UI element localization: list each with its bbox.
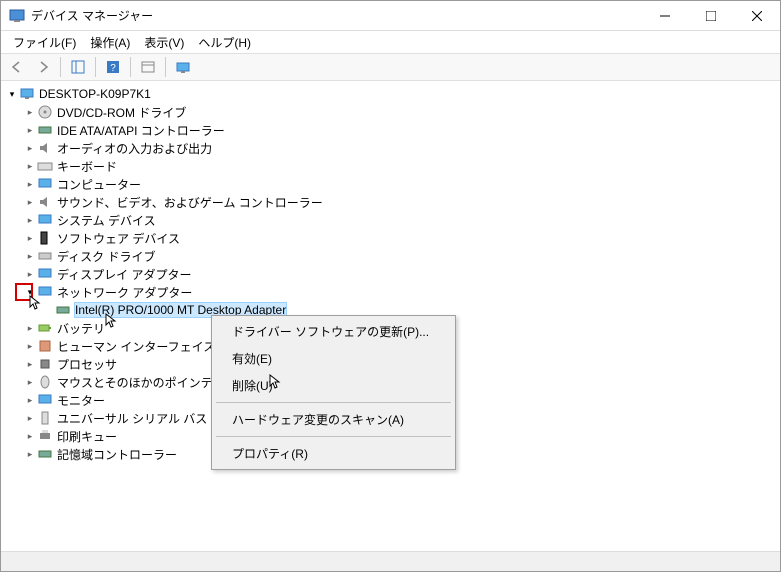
tree-root[interactable]: ▾ DESKTOP-K09P7K1 [5,85,776,103]
menu-action[interactable]: 操作(A) [84,32,136,53]
expander-icon[interactable]: ▸ [23,357,37,371]
expander-icon[interactable]: ▸ [23,429,37,443]
battery-icon [37,320,53,336]
expander-icon[interactable]: ▸ [23,213,37,227]
expander-icon[interactable]: ▾ [23,285,37,299]
device-icon [37,230,53,246]
monitor-icon [37,266,53,282]
properties-button[interactable] [136,55,160,79]
network-adapter-icon [55,302,71,318]
tree-node-software[interactable]: ▸ソフトウェア デバイス [5,229,776,247]
toolbar-separator [130,57,131,77]
computer-icon [19,86,35,102]
expander-icon[interactable]: ▸ [23,393,37,407]
expander-icon[interactable]: ▸ [23,321,37,335]
expander-icon[interactable]: ▸ [23,375,37,389]
toolbar: ? [1,53,780,81]
storage-icon [37,446,53,462]
usb-icon [37,410,53,426]
expander-icon[interactable]: ▸ [23,267,37,281]
forward-button[interactable] [31,55,55,79]
tree-node-keyboard[interactable]: ▸キーボード [5,157,776,175]
keyboard-icon [37,158,53,174]
hid-icon [37,338,53,354]
window-controls [642,1,780,31]
expander-icon[interactable]: ▾ [5,87,19,101]
tree-node-audio[interactable]: ▸オーディオの入力および出力 [5,139,776,157]
window-title: デバイス マネージャー [31,7,642,24]
monitor-icon [37,392,53,408]
menu-help[interactable]: ヘルプ(H) [192,32,257,53]
toolbar-separator [165,57,166,77]
tree-node-computer[interactable]: ▸コンピューター [5,175,776,193]
minimize-button[interactable] [642,1,688,31]
toolbar-separator [95,57,96,77]
show-hide-button[interactable] [66,55,90,79]
printer-icon [37,428,53,444]
help-button[interactable]: ? [101,55,125,79]
expander-icon[interactable]: ▸ [23,411,37,425]
tree-node-ide[interactable]: ▸IDE ATA/ATAPI コントローラー [5,121,776,139]
ctx-scan[interactable]: ハードウェア変更のスキャン(A) [214,406,453,433]
disk-icon [37,248,53,264]
tree-node-disk[interactable]: ▸ディスク ドライブ [5,247,776,265]
menu-file[interactable]: ファイル(F) [7,32,82,53]
expander-icon[interactable]: ▸ [23,159,37,173]
expander-icon[interactable]: ▸ [23,141,37,155]
title-bar: デバイス マネージャー [1,1,780,31]
ctx-delete[interactable]: 削除(U) [214,372,453,399]
scan-button[interactable] [171,55,195,79]
tree-node-display[interactable]: ▸ディスプレイ アダプター [5,265,776,283]
speaker-icon [37,194,53,210]
root-label: DESKTOP-K09P7K1 [39,87,151,101]
status-bar [1,551,780,571]
expander-icon[interactable]: ▸ [23,339,37,353]
expander-icon[interactable]: ▸ [23,123,37,137]
expander-icon[interactable]: ▸ [23,231,37,245]
expander-icon[interactable]: ▸ [23,447,37,461]
monitor-icon [37,176,53,192]
network-icon [37,284,53,300]
expander-icon[interactable]: ▸ [23,249,37,263]
close-button[interactable] [734,1,780,31]
expander-icon[interactable]: ▸ [23,105,37,119]
app-icon [9,8,25,24]
svg-text:?: ? [110,63,116,74]
tree-node-system[interactable]: ▸システム デバイス [5,211,776,229]
back-button[interactable] [5,55,29,79]
toolbar-separator [60,57,61,77]
menu-view[interactable]: 表示(V) [138,32,190,53]
ctx-properties[interactable]: プロパティ(R) [214,440,453,467]
monitor-icon [37,212,53,228]
tree-node-network[interactable]: ▾ネットワーク アダプター [5,283,776,301]
speaker-icon [37,140,53,156]
maximize-button[interactable] [688,1,734,31]
dvd-icon [37,104,53,120]
tree-node-dvd[interactable]: ▸DVD/CD-ROM ドライブ [5,103,776,121]
ctx-separator [216,402,451,403]
context-menu: ドライバー ソフトウェアの更新(P)... 有効(E) 削除(U) ハードウェア… [211,315,456,470]
expander-icon[interactable]: ▸ [23,177,37,191]
mouse-icon [37,374,53,390]
ctx-update-driver[interactable]: ドライバー ソフトウェアの更新(P)... [214,318,453,345]
ctx-separator [216,436,451,437]
cpu-icon [37,356,53,372]
ide-icon [37,122,53,138]
menu-bar: ファイル(F) 操作(A) 表示(V) ヘルプ(H) [1,31,780,53]
ctx-enable[interactable]: 有効(E) [214,345,453,372]
expander-icon[interactable]: ▸ [23,195,37,209]
tree-node-sound[interactable]: ▸サウンド、ビデオ、およびゲーム コントローラー [5,193,776,211]
